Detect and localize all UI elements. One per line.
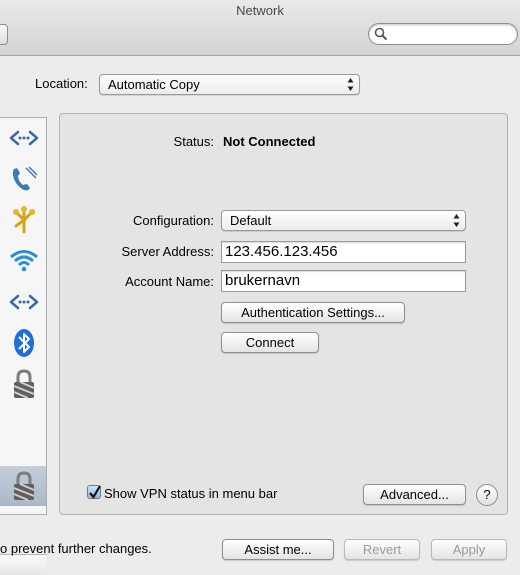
sidebar-item-vpn-2[interactable] <box>0 466 46 506</box>
status-label: Status: <box>173 134 214 149</box>
help-button[interactable]: ? <box>476 484 498 506</box>
server-address-label: Server Address: <box>121 244 215 259</box>
account-name-field[interactable]: brukernavn <box>221 270 466 292</box>
account-name-label: Account Name: <box>125 274 214 289</box>
vpn-lock-icon <box>13 369 35 399</box>
show-vpn-status-label: Show VPN status in menu bar <box>104 486 278 501</box>
location-label: Location: <box>35 76 88 91</box>
sidebar-bottom-bar <box>0 554 47 575</box>
sidebar-item-ethernet-2[interactable] <box>0 282 46 322</box>
connect-button[interactable]: Connect <box>221 332 319 353</box>
server-address-field[interactable]: 123.456.123.456 <box>221 241 466 263</box>
assist-me-button[interactable]: Assist me... <box>222 539 334 560</box>
advanced-button[interactable]: Advanced... <box>363 484 466 505</box>
firewire-icon <box>13 206 35 234</box>
lock-message: o prevent further changes. <box>0 541 152 556</box>
configuration-value: Default <box>230 213 272 228</box>
show-vpn-status-checkbox[interactable] <box>87 485 101 499</box>
window-title: Network <box>236 3 284 18</box>
content-area: Location: Automatic Copy Status: Not Con… <box>0 57 520 575</box>
wifi-icon <box>10 250 38 272</box>
apply-button[interactable]: Apply <box>431 539 507 560</box>
sidebar-item-wifi[interactable] <box>0 241 46 281</box>
popup-arrows-icon <box>347 78 354 91</box>
sidebar-item-bluetooth[interactable] <box>0 323 46 363</box>
search-icon <box>374 27 388 41</box>
phone-modem-icon <box>12 166 38 191</box>
ethernet-icon <box>9 130 39 146</box>
sidebar-item-phone-modem[interactable] <box>0 159 46 199</box>
checkmark-icon <box>89 485 101 499</box>
popup-arrows-icon <box>453 214 460 227</box>
show-all-button[interactable] <box>0 24 8 45</box>
window-titlebar: Network <box>0 0 520 56</box>
search-input[interactable] <box>368 23 518 45</box>
location-value: Automatic Copy <box>108 77 200 92</box>
sidebar-item-vpn-1[interactable] <box>0 364 46 404</box>
service-sidebar <box>0 117 47 575</box>
location-popup[interactable]: Automatic Copy <box>99 74 360 95</box>
configuration-label: Configuration: <box>133 213 214 228</box>
sidebar-item-firewire[interactable] <box>0 200 46 240</box>
bluetooth-icon <box>14 329 34 357</box>
sidebar-item-ethernet[interactable] <box>0 118 46 158</box>
authentication-settings-button[interactable]: Authentication Settings... <box>221 302 405 323</box>
detail-panel: Status: Not Connected Configuration: Def… <box>59 113 508 515</box>
revert-button[interactable]: Revert <box>344 539 420 560</box>
ethernet-icon <box>9 294 39 310</box>
configuration-popup[interactable]: Default <box>221 210 466 231</box>
status-value: Not Connected <box>223 134 316 149</box>
vpn-lock-icon <box>13 471 35 501</box>
